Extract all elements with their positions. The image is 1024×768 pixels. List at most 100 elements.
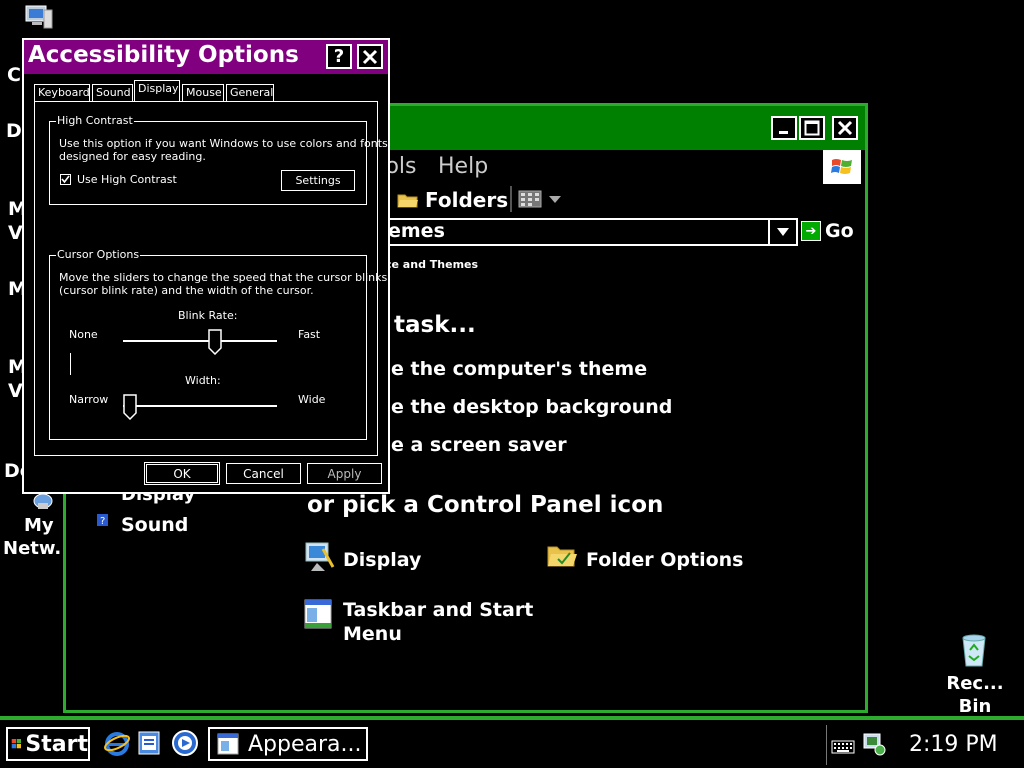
taskbar-window-button[interactable]: Appeara... bbox=[208, 727, 368, 761]
taskbar: Start Appeara... 2:19 PM bbox=[0, 716, 1024, 768]
description: designed for easy reading. bbox=[59, 150, 206, 163]
folder-icon bbox=[397, 194, 418, 208]
taskbar-icon[interactable] bbox=[303, 598, 335, 636]
folder-options-icon[interactable] bbox=[546, 541, 578, 573]
blink-rate-slider-thumb[interactable] bbox=[208, 329, 223, 359]
breadcrumb: ce and Themes bbox=[385, 258, 479, 271]
close-icon bbox=[362, 49, 378, 64]
description: Move the sliders to change the speed tha… bbox=[59, 271, 388, 284]
blink-rate-label: Blink Rate: bbox=[178, 309, 238, 322]
width-slider-track[interactable] bbox=[123, 405, 277, 407]
network-places-icon[interactable] bbox=[30, 492, 54, 510]
width-max-label: Wide bbox=[298, 393, 326, 406]
description: (cursor blink rate) and the width of the… bbox=[59, 284, 314, 297]
description: Use this option if you want Windows to u… bbox=[59, 137, 388, 150]
display-link[interactable]: Display bbox=[343, 549, 421, 571]
chevron-down-icon bbox=[777, 228, 789, 236]
folder-options-link[interactable]: Folder Options bbox=[586, 549, 743, 571]
taskbar-start-link[interactable]: Taskbar and Start bbox=[343, 599, 533, 621]
close-button[interactable] bbox=[357, 44, 383, 69]
network-places-label-1[interactable]: My bbox=[24, 515, 54, 537]
address-input[interactable]: emes bbox=[366, 218, 798, 246]
high-contrast-group: High Contrast Use this option if you wan… bbox=[49, 114, 388, 205]
blink-min-label: None bbox=[69, 328, 98, 341]
help-icon: ? bbox=[333, 46, 345, 67]
dialog-titlebar[interactable]: Accessibility Options ? bbox=[24, 40, 388, 74]
keyboard-icon[interactable] bbox=[831, 739, 855, 758]
folders-button[interactable]: Folders bbox=[397, 188, 508, 212]
pick-icon-heading: or pick a Control Panel icon bbox=[307, 492, 664, 518]
recycle-bin-icon[interactable] bbox=[958, 632, 990, 668]
width-label: Width: bbox=[185, 374, 221, 387]
views-icon bbox=[518, 190, 542, 208]
desktop-icon-label-fragment[interactable]: C bbox=[7, 64, 21, 86]
display-icon[interactable] bbox=[303, 541, 335, 577]
task-link[interactable]: e a screen saver bbox=[391, 434, 567, 456]
tab-display[interactable]: Display bbox=[134, 80, 180, 102]
minimize-button[interactable] bbox=[771, 116, 797, 140]
taskbar-window-label: Appeara... bbox=[248, 731, 362, 757]
width-slider-thumb[interactable] bbox=[123, 394, 137, 424]
go-label: Go bbox=[825, 220, 854, 242]
menu-help[interactable]: Help bbox=[438, 154, 488, 179]
help-icon: ? bbox=[97, 512, 109, 531]
tab-mouse[interactable]: Mouse bbox=[182, 84, 224, 101]
system-tray: 2:19 PM bbox=[826, 725, 1022, 765]
apply-button[interactable]: Apply bbox=[307, 463, 382, 484]
tab-sound[interactable]: Sound bbox=[92, 84, 133, 101]
checkmark-icon bbox=[61, 175, 70, 184]
ok-button[interactable]: OK bbox=[144, 462, 220, 485]
network-places-label-2[interactable]: Netw. bbox=[3, 538, 61, 560]
settings-button[interactable]: Settings bbox=[281, 170, 355, 191]
outlook-express-icon[interactable] bbox=[137, 729, 163, 761]
group-label: High Contrast bbox=[56, 114, 134, 127]
recycle-bin-label-2[interactable]: Bin bbox=[946, 696, 1004, 718]
start-button[interactable]: Start bbox=[6, 727, 90, 761]
task-link[interactable]: e the desktop background bbox=[391, 396, 672, 418]
desktop-icon-label-fragment[interactable]: V bbox=[8, 222, 23, 244]
address-dropdown-button[interactable] bbox=[768, 220, 796, 244]
desktop-icon-label-fragment[interactable]: D bbox=[6, 120, 22, 142]
blink-max-label: Fast bbox=[298, 328, 321, 341]
cancel-button[interactable]: Cancel bbox=[226, 463, 301, 484]
recycle-bin-label-1[interactable]: Rec... bbox=[946, 673, 1004, 695]
maximize-button[interactable] bbox=[799, 116, 825, 140]
desktop-icon-label-fragment[interactable]: V bbox=[8, 380, 23, 402]
go-arrow-icon: ➔ bbox=[801, 221, 821, 241]
width-min-label: Narrow bbox=[69, 393, 109, 406]
go-button[interactable]: ➔ Go bbox=[801, 220, 854, 242]
blink-rate-slider-track[interactable] bbox=[123, 340, 277, 342]
views-button[interactable] bbox=[518, 190, 562, 208]
tab-general[interactable]: General bbox=[226, 84, 274, 101]
start-label: Start bbox=[25, 731, 88, 757]
windows-flag-icon bbox=[823, 150, 861, 184]
internet-explorer-icon[interactable] bbox=[103, 729, 131, 761]
windows-logo-icon bbox=[11, 739, 21, 749]
taskbar-start-link-line2[interactable]: Menu bbox=[343, 623, 402, 645]
pick-task-heading: task... bbox=[394, 312, 476, 338]
close-button[interactable] bbox=[832, 116, 858, 140]
dialog-title: Accessibility Options bbox=[28, 42, 299, 68]
svg-text:?: ? bbox=[100, 516, 105, 527]
folders-label: Folders bbox=[425, 188, 509, 212]
cursor-preview bbox=[70, 353, 71, 375]
cursor-options-group: Cursor Options Move the sliders to chang… bbox=[49, 248, 387, 440]
tab-keyboard[interactable]: Keyboard bbox=[34, 84, 90, 101]
media-player-icon[interactable] bbox=[171, 729, 199, 761]
chevron-down-icon bbox=[549, 196, 561, 203]
help-button[interactable]: ? bbox=[326, 44, 352, 69]
clock[interactable]: 2:19 PM bbox=[909, 732, 998, 757]
accessibility-options-dialog: Accessibility Options ? Keyboard Sound D… bbox=[22, 38, 390, 494]
accessibility-tray-icon[interactable] bbox=[861, 731, 887, 761]
see-also-sound-link[interactable]: Sound bbox=[121, 514, 188, 536]
high-contrast-checkbox[interactable] bbox=[60, 174, 71, 185]
appearance-icon bbox=[217, 733, 239, 755]
task-link[interactable]: e the computer's theme bbox=[391, 358, 647, 380]
toolbar-separator bbox=[510, 186, 512, 212]
maximize-icon bbox=[804, 120, 820, 136]
checkbox-label[interactable]: Use High Contrast bbox=[77, 173, 177, 186]
my-computer-icon[interactable] bbox=[24, 2, 54, 32]
display-tab-page: High Contrast Use this option if you wan… bbox=[34, 101, 388, 456]
address-value: emes bbox=[388, 220, 445, 242]
close-icon bbox=[837, 120, 853, 136]
